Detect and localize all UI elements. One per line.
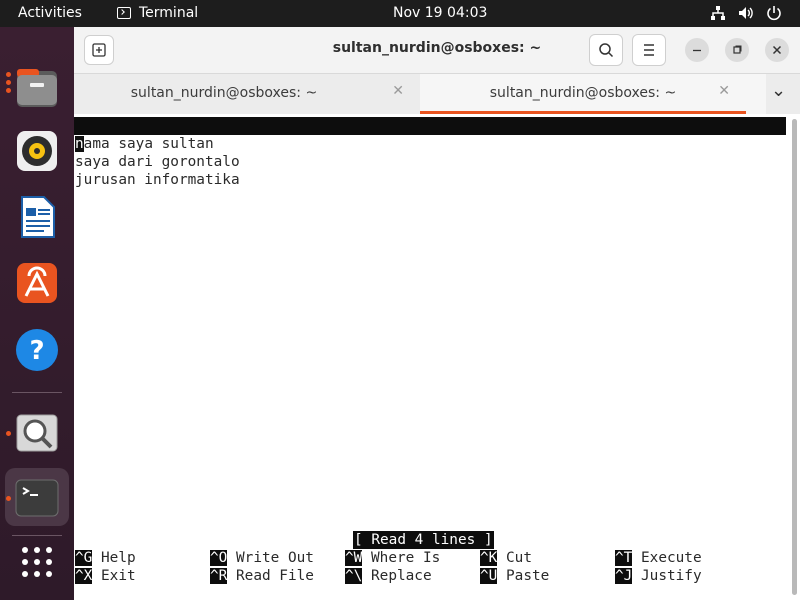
tab-2-close-icon[interactable]: ✕ (718, 83, 730, 99)
running-indicator (6, 88, 11, 93)
text-line-1-rest: ama saya sultan (83, 136, 214, 152)
dock-separator (12, 392, 62, 393)
close-icon (772, 45, 782, 55)
help-icon[interactable]: ? (14, 327, 60, 373)
terminal-content[interactable]: GNU nano 6.2 filenews.txt nama saya sult… (74, 114, 786, 600)
activities-button[interactable]: Activities (18, 5, 82, 21)
shortcut-help[interactable]: ^G Help (75, 549, 136, 567)
top-bar: Activities Terminal Nov 19 04:03 (0, 0, 800, 27)
minimize-button[interactable] (685, 38, 709, 62)
maximize-icon (733, 45, 742, 54)
nano-filename: filenews.txt (399, 154, 503, 170)
running-indicator (6, 80, 11, 85)
terminal-dock-icon[interactable] (14, 475, 60, 521)
shortcut-write-out[interactable]: ^O Write Out (210, 549, 314, 567)
shortcut-justify[interactable]: ^J Justify (615, 567, 702, 585)
volume-icon (739, 7, 753, 19)
terminal-window: sultan_nurdin@osboxes: ~ sultan_nurdin@o… (74, 27, 800, 600)
nano-status-message: [ Read 4 lines ] (353, 531, 494, 549)
power-icon (767, 6, 781, 21)
nano-header: GNU nano 6.2 filenews.txt (74, 117, 786, 170)
shortcut-replace[interactable]: ^\ Replace (345, 567, 432, 585)
hamburger-icon (644, 44, 654, 56)
svg-text:?: ? (29, 336, 44, 366)
text-line-1[interactable]: nama saya sultan (75, 135, 214, 153)
app-center-icon[interactable] (14, 260, 60, 306)
tab-bar: sultan_nurdin@osboxes: ~ ✕ sultan_nurdin… (74, 74, 800, 114)
maximize-button[interactable] (725, 38, 749, 62)
search-button[interactable] (589, 34, 623, 66)
dock: ? (0, 27, 74, 600)
shortcut-paste[interactable]: ^U Paste (480, 567, 549, 585)
shortcut-cut[interactable]: ^K Cut (480, 549, 532, 567)
libreoffice-writer-icon[interactable] (14, 194, 60, 240)
terminal-icon (117, 7, 131, 19)
title-bar[interactable]: sultan_nurdin@osboxes: ~ (74, 27, 800, 74)
dock-separator (12, 535, 62, 536)
text-line-3[interactable]: jurusan informatika (75, 171, 240, 189)
search-icon (599, 43, 614, 58)
running-indicator (6, 496, 11, 501)
rhythmbox-icon[interactable] (14, 128, 60, 174)
shortcut-execute[interactable]: ^T Execute (615, 549, 702, 567)
running-indicator (6, 72, 11, 77)
files-icon[interactable] (14, 65, 60, 111)
system-tray[interactable] (710, 5, 782, 21)
shortcut-read-file[interactable]: ^R Read File (210, 567, 314, 585)
app-name: Terminal (139, 5, 199, 21)
text-cursor: n (75, 136, 84, 152)
shortcut-where-is[interactable]: ^W Where Is (345, 549, 440, 567)
running-indicator (6, 431, 11, 436)
minimize-icon (693, 49, 701, 52)
image-viewer-icon[interactable] (14, 410, 60, 456)
text-line-2[interactable]: saya dari gorontalo (75, 153, 240, 171)
show-applications-icon[interactable] (14, 539, 60, 585)
hamburger-menu-button[interactable] (632, 34, 666, 66)
clock[interactable]: Nov 19 04:03 (393, 5, 487, 21)
network-icon (711, 6, 725, 20)
close-button[interactable] (765, 38, 789, 62)
tab-2[interactable]: sultan_nurdin@osboxes: ~ ✕ (420, 74, 766, 114)
scrollbar-thumb[interactable] (792, 119, 797, 595)
app-menu[interactable]: Terminal (117, 5, 198, 21)
shortcut-exit[interactable]: ^X Exit (75, 567, 136, 585)
scrollbar[interactable] (792, 119, 797, 595)
tab-list-chevron-icon[interactable]: ⌄ (771, 80, 786, 101)
tab-2-label: sultan_nurdin@osboxes: ~ (489, 85, 677, 101)
tab-1[interactable]: sultan_nurdin@osboxes: ~ ✕ (74, 74, 420, 114)
tab-1-close-icon[interactable]: ✕ (392, 83, 404, 99)
tab-1-label: sultan_nurdin@osboxes: ~ (130, 85, 318, 101)
